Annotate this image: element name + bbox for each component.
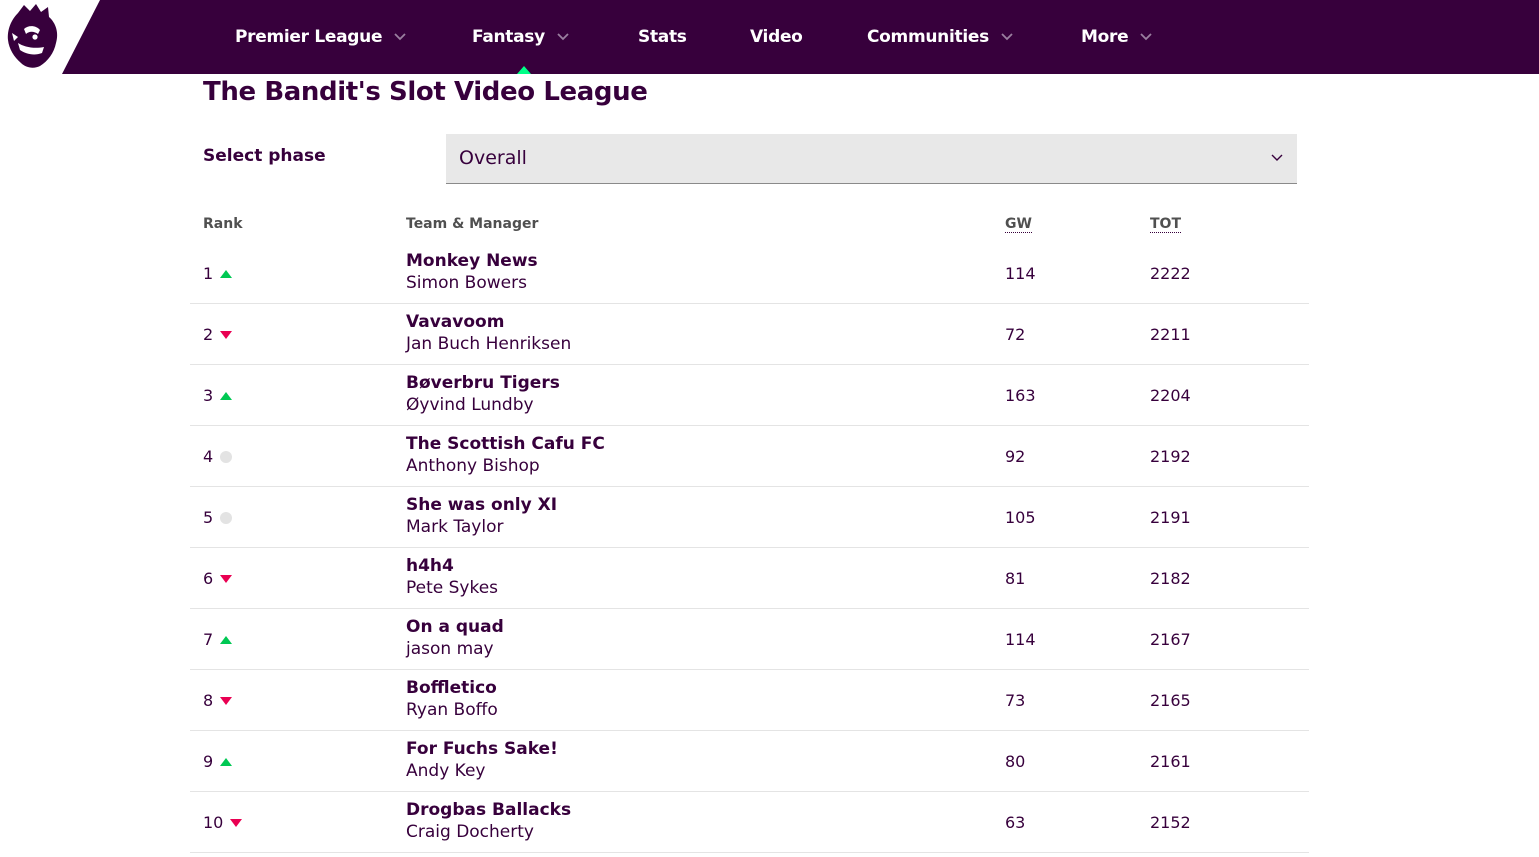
chevron-down-icon — [394, 33, 406, 41]
manager-name: Mark Taylor — [406, 517, 504, 537]
total-points: 2165 — [1150, 691, 1191, 710]
gameweek-points: 80 — [1005, 752, 1026, 771]
nav-item-label: Premier League — [235, 27, 383, 47]
gameweek-points: 92 — [1005, 447, 1026, 466]
rank-value: 5 — [203, 508, 214, 527]
gameweek-points: 81 — [1005, 569, 1026, 588]
chevron-down-icon — [1271, 154, 1283, 161]
manager-name: Simon Bowers — [406, 273, 527, 293]
rank-up-arrow-icon — [220, 392, 232, 400]
gameweek-points: 105 — [1005, 508, 1036, 527]
nav-item-label: Stats — [638, 27, 687, 47]
team-name-link[interactable]: h4h4 — [406, 556, 454, 576]
team-name-link[interactable]: For Fuchs Sake! — [406, 739, 558, 759]
rank-value: 8 — [203, 691, 214, 710]
nav-item-premier-league[interactable]: Premier League — [235, 24, 406, 50]
rank-up-arrow-icon — [220, 758, 232, 766]
team-name-link[interactable]: Bøverbru Tigers — [406, 373, 560, 393]
rank-value: 1 — [203, 264, 214, 283]
rank-down-arrow-icon — [220, 331, 232, 339]
rank-up-arrow-icon — [220, 270, 232, 278]
manager-name: Ryan Boffo — [406, 700, 498, 720]
team-name-link[interactable]: The Scottish Cafu FC — [406, 434, 605, 454]
team-name-link[interactable]: She was only XI — [406, 495, 557, 515]
rank-up-arrow-icon — [220, 636, 232, 644]
header-tot: TOT — [1150, 216, 1182, 233]
table-row[interactable]: 6 h4h4 Pete Sykes 81 2182 — [190, 548, 1309, 609]
nav-item-video[interactable]: Video — [750, 24, 803, 50]
phase-select[interactable]: Overall — [446, 134, 1297, 184]
table-row[interactable]: 10 Drogbas Ballacks Craig Docherty 63 2152 — [190, 792, 1309, 853]
nav-item-label: Fantasy — [472, 27, 545, 47]
table-row[interactable]: 1 Monkey News Simon Bowers 114 2222 — [190, 243, 1309, 304]
manager-name: Jan Buch Henriksen — [406, 334, 572, 354]
rank-value: 6 — [203, 569, 214, 588]
table-row[interactable]: 3 Bøverbru Tigers Øyvind Lundby 163 2204 — [190, 365, 1309, 426]
rank-same-dot-icon — [220, 512, 232, 524]
rank-value: 10 — [203, 813, 224, 832]
rank-value: 3 — [203, 386, 214, 405]
rank-value: 9 — [203, 752, 214, 771]
header-team-manager: Team & Manager — [406, 216, 539, 232]
table-row[interactable]: 9 For Fuchs Sake! Andy Key 80 2161 — [190, 731, 1309, 792]
chevron-down-icon — [557, 33, 569, 41]
gameweek-points: 72 — [1005, 325, 1026, 344]
nav-item-label: Communities — [867, 27, 989, 47]
header-rank: Rank — [203, 216, 243, 232]
total-points: 2222 — [1150, 264, 1191, 283]
manager-name: Pete Sykes — [406, 578, 499, 598]
rank-down-arrow-icon — [220, 575, 232, 583]
page-title: The Bandit's Slot Video League — [203, 77, 648, 107]
table-row[interactable]: 5 She was only XI Mark Taylor 105 2191 — [190, 487, 1309, 548]
team-name-link[interactable]: Monkey News — [406, 251, 538, 271]
phase-select-label: Select phase — [203, 146, 326, 166]
chevron-down-icon — [1001, 33, 1013, 41]
nav-item-more[interactable]: More — [1081, 24, 1152, 50]
gameweek-points: 163 — [1005, 386, 1036, 405]
total-points: 2204 — [1150, 386, 1191, 405]
rank-down-arrow-icon — [230, 819, 242, 827]
team-name-link[interactable]: Vavavoom — [406, 312, 504, 332]
gameweek-points: 73 — [1005, 691, 1026, 710]
nav-item-stats[interactable]: Stats — [638, 24, 687, 50]
top-nav-bar: Premier League Fantasy Stats Video Commu… — [0, 0, 1539, 74]
team-name-link[interactable]: On a quad — [406, 617, 504, 637]
rank-value: 4 — [203, 447, 214, 466]
rank-same-dot-icon — [220, 451, 232, 463]
team-name-link[interactable]: Boffletico — [406, 678, 497, 698]
gameweek-points: 114 — [1005, 630, 1036, 649]
total-points: 2167 — [1150, 630, 1191, 649]
manager-name: Andy Key — [406, 761, 486, 781]
gameweek-points: 63 — [1005, 813, 1026, 832]
manager-name: jason may — [406, 639, 494, 659]
nav-item-label: More — [1081, 27, 1129, 47]
rank-value: 2 — [203, 325, 214, 344]
table-row[interactable]: 8 Boffletico Ryan Boffo 73 2165 — [190, 670, 1309, 731]
total-points: 2182 — [1150, 569, 1191, 588]
chevron-down-icon — [1140, 33, 1152, 41]
table-row[interactable]: 4 The Scottish Cafu FC Anthony Bishop 92 219… — [190, 426, 1309, 487]
main-nav: Premier League Fantasy Stats Video Commu… — [0, 0, 1539, 74]
total-points: 2191 — [1150, 508, 1191, 527]
gameweek-points: 114 — [1005, 264, 1036, 283]
manager-name: Craig Docherty — [406, 822, 534, 842]
rank-value: 7 — [203, 630, 214, 649]
total-points: 2192 — [1150, 447, 1191, 466]
phase-select-value: Overall — [459, 147, 527, 169]
team-name-link[interactable]: Drogbas Ballacks — [406, 800, 571, 820]
nav-item-communities[interactable]: Communities — [867, 24, 1013, 50]
header-gw: GW — [1005, 216, 1032, 233]
nav-item-label: Video — [750, 27, 803, 47]
active-nav-indicator — [517, 66, 531, 74]
nav-item-fantasy[interactable]: Fantasy — [472, 24, 569, 50]
manager-name: Øyvind Lundby — [406, 395, 534, 415]
table-row[interactable]: 2 Vavavoom Jan Buch Henriksen 72 2211 — [190, 304, 1309, 365]
total-points: 2152 — [1150, 813, 1191, 832]
table-row[interactable]: 7 On a quad jason may 114 2167 — [190, 609, 1309, 670]
total-points: 2211 — [1150, 325, 1191, 344]
manager-name: Anthony Bishop — [406, 456, 540, 476]
total-points: 2161 — [1150, 752, 1191, 771]
rank-down-arrow-icon — [220, 697, 232, 705]
